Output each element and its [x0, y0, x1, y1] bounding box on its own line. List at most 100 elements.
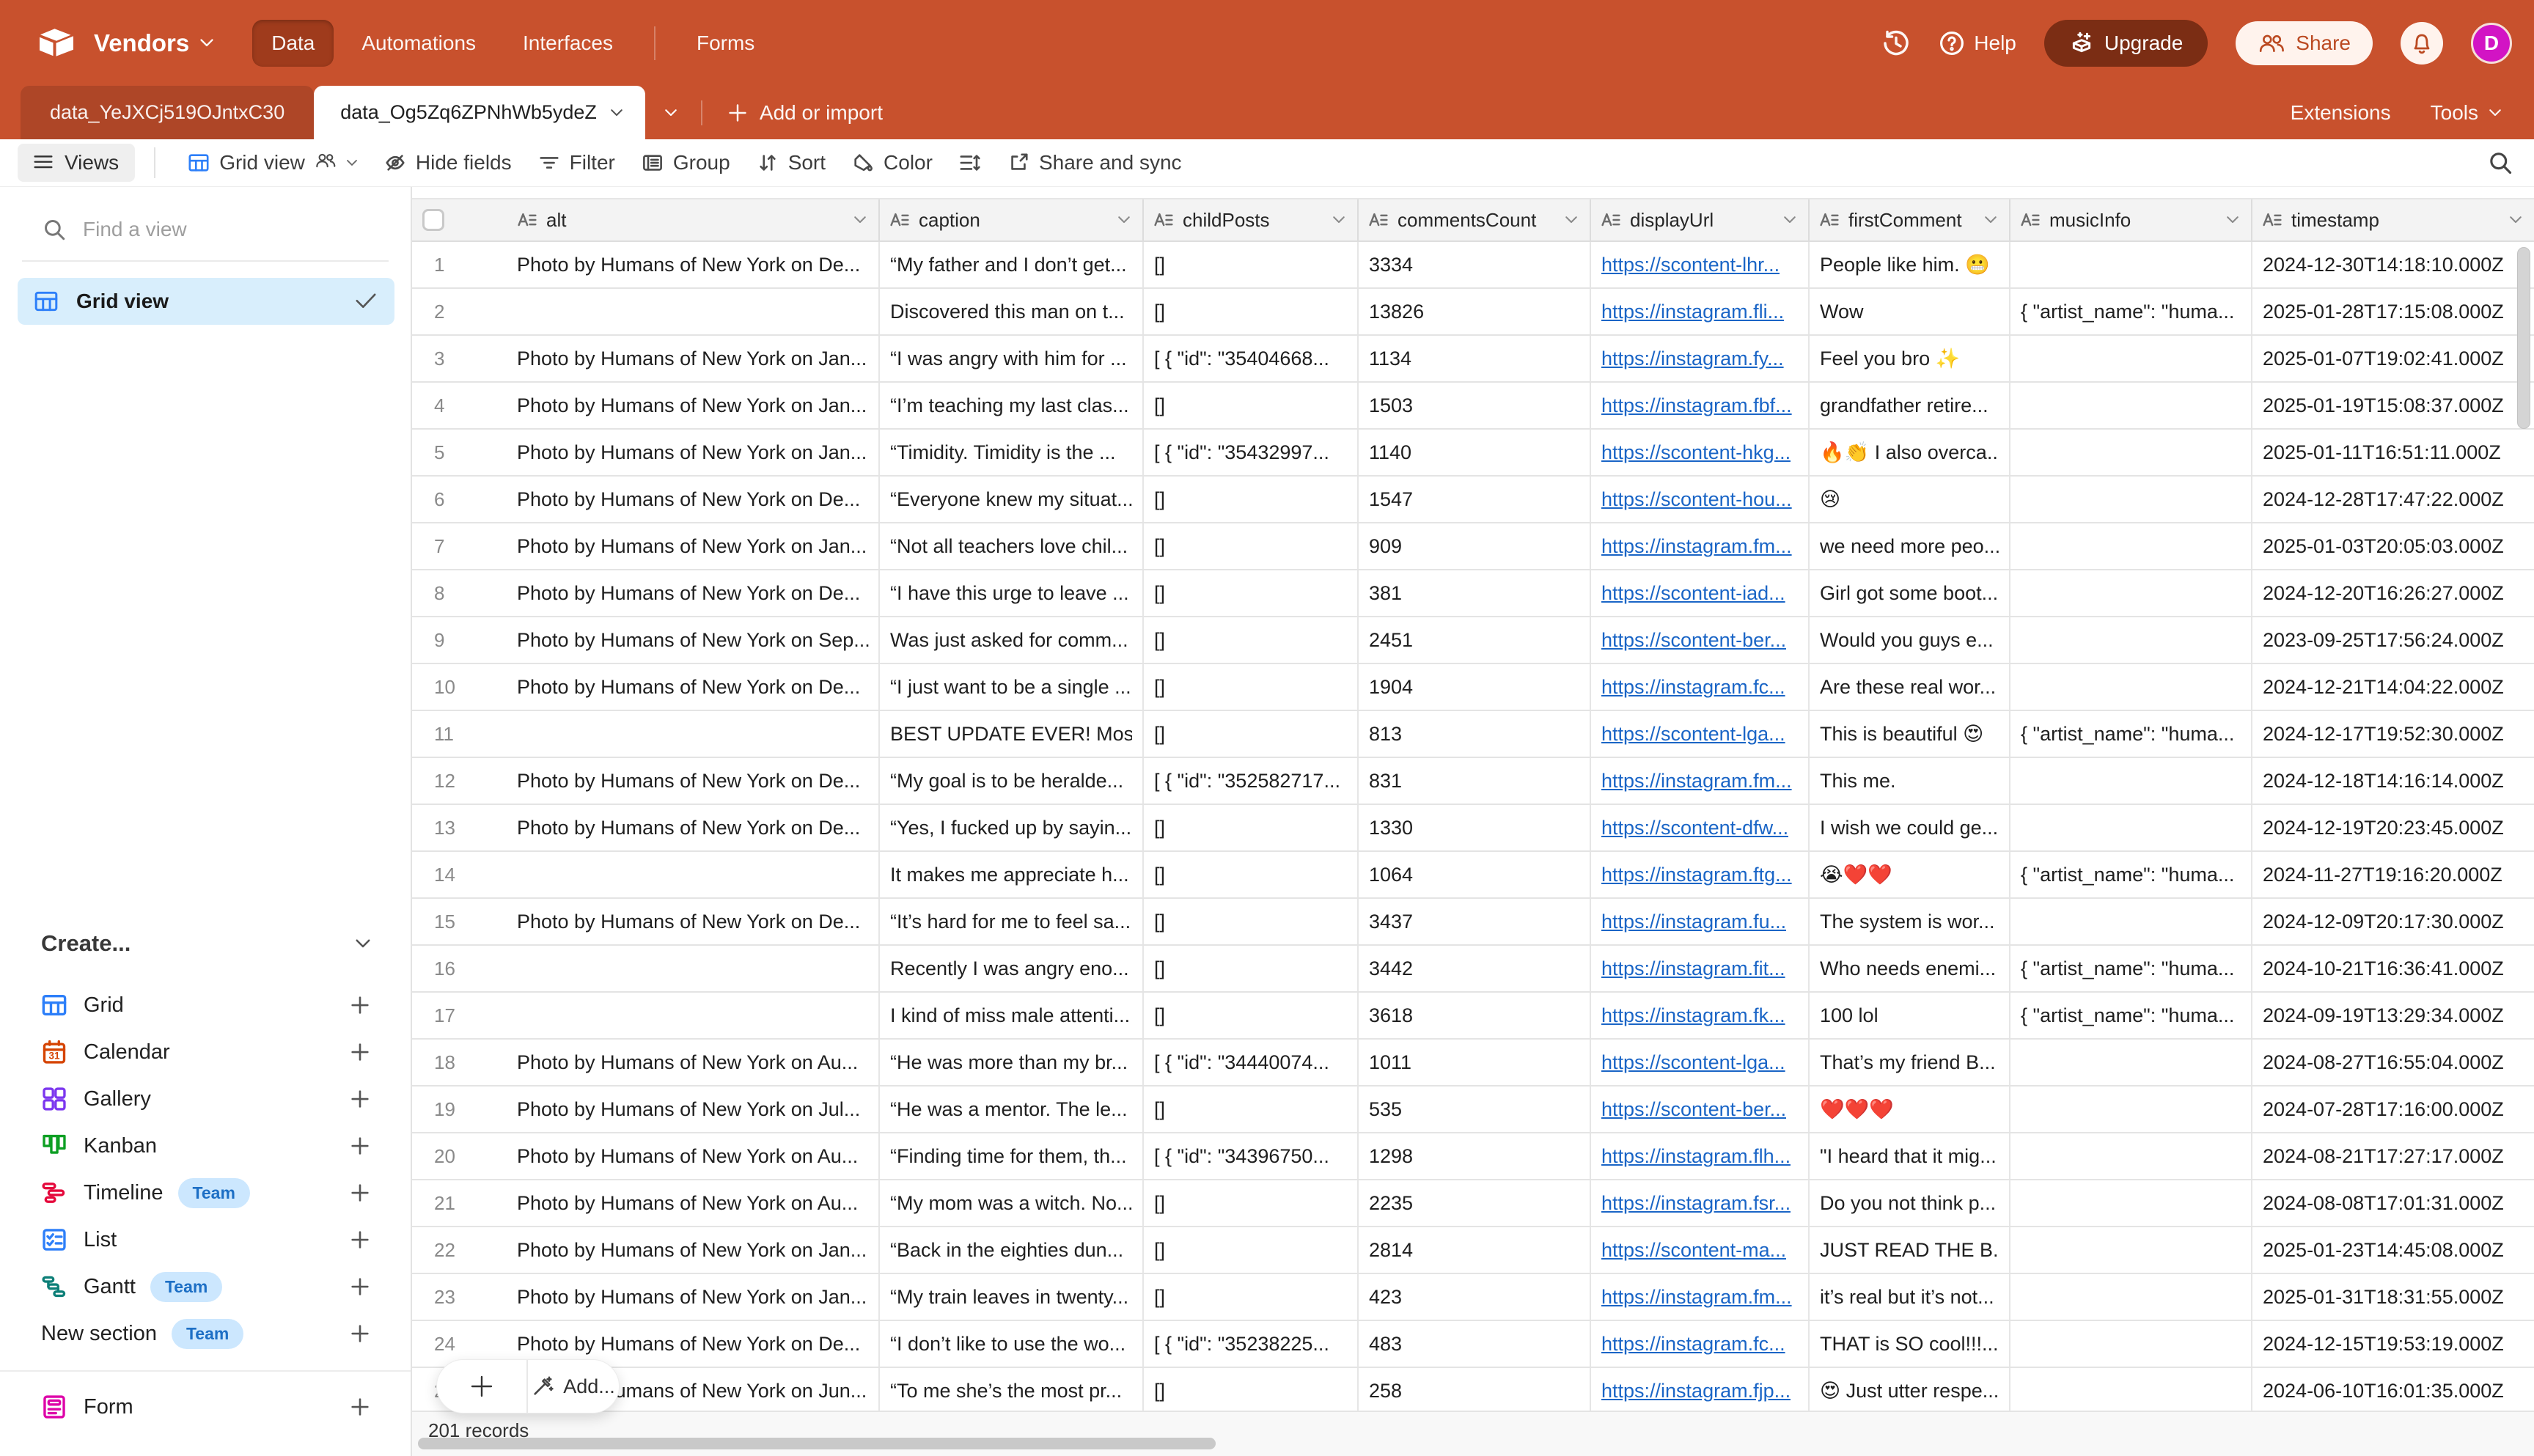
cell-musicInfo[interactable]: [2010, 664, 2252, 710]
cell-displayUrl[interactable]: https://instagram.fsr...: [1591, 1180, 1810, 1226]
cell-timestamp[interactable]: 2024-11-27T19:16:20.000Z: [2252, 852, 2534, 897]
cell-firstComment[interactable]: I wish we could ge...: [1810, 805, 2010, 850]
plus-icon[interactable]: [349, 1396, 371, 1418]
cell-childPosts[interactable]: []: [1144, 1180, 1359, 1226]
help-button[interactable]: Help: [1939, 30, 2016, 56]
cell-alt[interactable]: 21Photo by Humans of New York on Au...: [412, 1180, 880, 1226]
display-url-link[interactable]: https://instagram.fm...: [1601, 535, 1792, 558]
cell-timestamp[interactable]: 2024-12-19T20:23:45.000Z: [2252, 805, 2534, 850]
nav-tab-forms[interactable]: Forms: [677, 20, 774, 67]
column-header-musicInfo[interactable]: musicInfo: [2010, 199, 2252, 240]
hide-fields-button[interactable]: Hide fields: [371, 144, 525, 182]
cell-firstComment[interactable]: Who needs enemi...: [1810, 946, 2010, 991]
cell-timestamp[interactable]: 2024-12-18T14:16:14.000Z: [2252, 758, 2534, 804]
create-item-grid[interactable]: Grid: [0, 982, 411, 1029]
cell-commentsCount[interactable]: 2451: [1359, 617, 1591, 663]
cell-firstComment[interactable]: JUST READ THE B...: [1810, 1227, 2010, 1273]
cell-caption[interactable]: “My train leaves in twenty...: [880, 1274, 1144, 1320]
cell-displayUrl[interactable]: https://instagram.flh...: [1591, 1133, 1810, 1179]
group-button[interactable]: Group: [628, 144, 743, 182]
sort-button[interactable]: Sort: [743, 144, 839, 182]
cell-musicInfo[interactable]: [2010, 430, 2252, 475]
cell-commentsCount[interactable]: 1904: [1359, 664, 1591, 710]
display-url-link[interactable]: https://instagram.fy...: [1601, 348, 1784, 370]
cell-displayUrl[interactable]: https://scontent-hou...: [1591, 477, 1810, 522]
cell-timestamp[interactable]: 2025-01-19T15:08:37.000Z: [2252, 383, 2534, 428]
cell-firstComment[interactable]: "I heard that it mig...: [1810, 1133, 2010, 1179]
cell-childPosts[interactable]: []: [1144, 1087, 1359, 1132]
table-tab-inactive[interactable]: data_YeJXCj519OJntxC30: [21, 86, 314, 139]
cell-timestamp[interactable]: 2025-01-03T20:05:03.000Z: [2252, 523, 2534, 569]
cell-displayUrl[interactable]: https://instagram.fbf...: [1591, 383, 1810, 428]
share-button[interactable]: Share: [2236, 21, 2373, 65]
display-url-link[interactable]: https://instagram.fbf...: [1601, 394, 1792, 417]
cell-alt[interactable]: 19Photo by Humans of New York on Jul...: [412, 1087, 880, 1132]
airtable-logo-icon[interactable]: [38, 27, 75, 59]
add-record-button[interactable]: [437, 1360, 526, 1413]
cell-musicInfo[interactable]: { "artist_name": "huma...: [2010, 946, 2252, 991]
column-header-childPosts[interactable]: childPosts: [1144, 199, 1359, 240]
cell-caption[interactable]: “Timidity. Timidity is the ...: [880, 430, 1144, 475]
cell-displayUrl[interactable]: https://instagram.fk...: [1591, 993, 1810, 1038]
cell-childPosts[interactable]: []: [1144, 477, 1359, 522]
cell-firstComment[interactable]: we need more peo...: [1810, 523, 2010, 569]
chevron-down-icon[interactable]: [1332, 216, 1345, 224]
cell-childPosts[interactable]: []: [1144, 711, 1359, 757]
cell-firstComment[interactable]: Girl got some boot...: [1810, 570, 2010, 616]
cell-alt[interactable]: 20Photo by Humans of New York on Au...: [412, 1133, 880, 1179]
cell-musicInfo[interactable]: { "artist_name": "huma...: [2010, 993, 2252, 1038]
cell-displayUrl[interactable]: https://scontent-lga...: [1591, 1040, 1810, 1085]
cell-caption[interactable]: “Back in the eighties dun...: [880, 1227, 1144, 1273]
cell-commentsCount[interactable]: 1330: [1359, 805, 1591, 850]
cell-commentsCount[interactable]: 831: [1359, 758, 1591, 804]
cell-timestamp[interactable]: 2025-01-11T16:51:11.000Z: [2252, 430, 2534, 475]
cell-displayUrl[interactable]: https://instagram.ftg...: [1591, 852, 1810, 897]
cell-timestamp[interactable]: 2024-06-10T16:01:35.000Z: [2252, 1368, 2534, 1413]
display-url-link[interactable]: https://scontent-ma...: [1601, 1239, 1786, 1262]
cell-commentsCount[interactable]: 483: [1359, 1321, 1591, 1367]
filter-button[interactable]: Filter: [525, 144, 628, 182]
cell-alt[interactable]: 17: [412, 993, 880, 1038]
cell-firstComment[interactable]: People like him. 😬: [1810, 242, 2010, 287]
find-a-view-input[interactable]: Find a view: [0, 209, 411, 250]
cell-alt[interactable]: 5Photo by Humans of New York on Jan...: [412, 430, 880, 475]
cell-musicInfo[interactable]: [2010, 242, 2252, 287]
cell-caption[interactable]: “I don’t like to use the wo...: [880, 1321, 1144, 1367]
cell-timestamp[interactable]: 2024-07-28T17:16:00.000Z: [2252, 1087, 2534, 1132]
cell-childPosts[interactable]: [ { "id": "34440074...: [1144, 1040, 1359, 1085]
display-url-link[interactable]: https://instagram.fjp...: [1601, 1380, 1791, 1402]
display-url-link[interactable]: https://instagram.fc...: [1601, 676, 1785, 699]
cell-childPosts[interactable]: []: [1144, 383, 1359, 428]
display-url-link[interactable]: https://scontent-lga...: [1601, 1051, 1785, 1074]
cell-childPosts[interactable]: [ { "id": "352582717...: [1144, 758, 1359, 804]
cell-commentsCount[interactable]: 3442: [1359, 946, 1591, 991]
create-item-timeline[interactable]: TimelineTeam: [0, 1169, 411, 1216]
cell-musicInfo[interactable]: [2010, 805, 2252, 850]
cell-musicInfo[interactable]: [2010, 1040, 2252, 1085]
cell-musicInfo[interactable]: [2010, 1227, 2252, 1273]
cell-displayUrl[interactable]: https://instagram.fjp...: [1591, 1368, 1810, 1413]
add-or-import-button[interactable]: Add or import: [707, 86, 903, 139]
cell-commentsCount[interactable]: 1134: [1359, 336, 1591, 381]
display-url-link[interactable]: https://scontent-ber...: [1601, 629, 1786, 652]
cell-alt[interactable]: 14: [412, 852, 880, 897]
nav-tab-interfaces[interactable]: Interfaces: [504, 20, 632, 67]
cell-caption[interactable]: Discovered this man on t...: [880, 289, 1144, 334]
cell-musicInfo[interactable]: [2010, 899, 2252, 944]
cell-musicInfo[interactable]: [2010, 523, 2252, 569]
cell-commentsCount[interactable]: 909: [1359, 523, 1591, 569]
cell-alt[interactable]: 23Photo by Humans of New York on Jan...: [412, 1274, 880, 1320]
cell-childPosts[interactable]: []: [1144, 1368, 1359, 1413]
cell-childPosts[interactable]: []: [1144, 852, 1359, 897]
cell-childPosts[interactable]: []: [1144, 570, 1359, 616]
display-url-link[interactable]: https://instagram.fk...: [1601, 1004, 1785, 1027]
cell-caption[interactable]: “He was a mentor. The le...: [880, 1087, 1144, 1132]
cell-commentsCount[interactable]: 258: [1359, 1368, 1591, 1413]
column-header-displayUrl[interactable]: displayUrl: [1591, 199, 1810, 240]
nav-tab-automations[interactable]: Automations: [342, 20, 495, 67]
cell-caption[interactable]: It makes me appreciate h...: [880, 852, 1144, 897]
cell-firstComment[interactable]: 😍 Just utter respe...: [1810, 1368, 2010, 1413]
cell-timestamp[interactable]: 2025-01-07T19:02:41.000Z: [2252, 336, 2534, 381]
cell-alt[interactable]: 8Photo by Humans of New York on De...: [412, 570, 880, 616]
cell-displayUrl[interactable]: https://scontent-ber...: [1591, 1087, 1810, 1132]
